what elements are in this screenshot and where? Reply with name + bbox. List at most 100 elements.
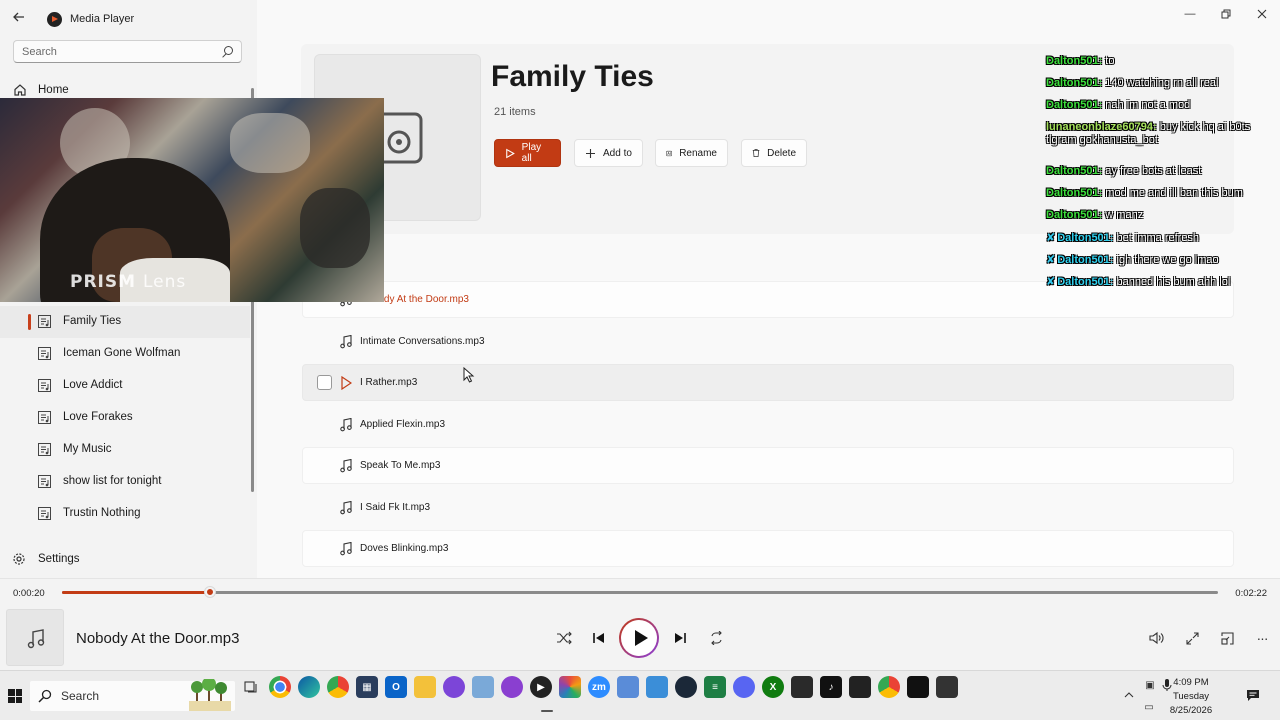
taskbar-search[interactable]: Search: [30, 679, 235, 711]
song-row[interactable]: Applied Flexin.mp3: [302, 406, 1234, 443]
song-row[interactable]: Doves Blinking.mp3: [302, 530, 1234, 567]
playlist-icon: [38, 347, 51, 360]
clock-time: 4:09 PM: [1173, 677, 1209, 688]
search-input[interactable]: [22, 45, 221, 58]
song-row[interactable]: Intimate Conversations.mp3: [302, 323, 1234, 360]
sidebar-item-label: Iceman Gone Wolfman: [63, 347, 181, 359]
repeat-button[interactable]: [707, 629, 725, 647]
start-button[interactable]: [8, 689, 22, 703]
purple-app-icon[interactable]: [443, 676, 465, 698]
minimize-icon: —: [1184, 8, 1196, 20]
chat-username: Dalton501:: [1046, 209, 1103, 221]
sidebar-item-playlist[interactable]: My Music: [0, 434, 250, 466]
notifications-button[interactable]: [1246, 688, 1260, 702]
restore-button[interactable]: [1208, 0, 1244, 28]
clock[interactable]: 4:09 PM Tuesday 8/25/2026: [1161, 676, 1221, 718]
violet-app-icon[interactable]: [501, 676, 523, 698]
now-playing-artwork[interactable]: [6, 609, 64, 666]
search-box[interactable]: [13, 40, 242, 63]
edge-icon[interactable]: [298, 676, 320, 698]
sidebar-item-label: Love Forakes: [63, 411, 133, 423]
active-app-indicator: [541, 710, 553, 712]
sidebar-item-playlist[interactable]: show list for tonight: [0, 466, 250, 498]
chat-message: ✘ Dalton501: igh there we go lmao: [1046, 253, 1219, 266]
mini-player-button[interactable]: [1218, 629, 1236, 647]
music-note-icon: [340, 501, 352, 515]
chat-text: nah im not a mod: [1102, 99, 1191, 111]
full-screen-button[interactable]: [1183, 629, 1201, 647]
image-editor-icon[interactable]: [646, 676, 668, 698]
shuffle-button[interactable]: [555, 629, 573, 647]
dark-app-icon[interactable]: [936, 676, 958, 698]
song-checkbox[interactable]: [317, 375, 332, 390]
sidebar-item-playlist[interactable]: Iceman Gone Wolfman: [0, 338, 250, 370]
search-icon[interactable]: [221, 45, 233, 58]
zoom-icon[interactable]: zm: [588, 676, 610, 698]
song-row[interactable]: I Rather.mp3: [302, 364, 1234, 401]
sidebar-item-settings[interactable]: Settings: [0, 548, 257, 570]
spreadsheet-icon[interactable]: ≡: [704, 676, 726, 698]
music-note-icon: [340, 418, 352, 432]
photos-icon[interactable]: [472, 676, 494, 698]
seek-bar[interactable]: [62, 587, 1218, 597]
calculator-icon[interactable]: ▦: [356, 676, 378, 698]
file-explorer-icon[interactable]: [414, 676, 436, 698]
capcut-icon[interactable]: [907, 676, 929, 698]
next-button[interactable]: [671, 629, 689, 647]
expand-icon: [1185, 631, 1199, 645]
sidebar-item-label: show list for tonight: [63, 475, 162, 487]
playlist-list: Family Ties Iceman Gone Wolfman Love Addic…: [0, 306, 250, 530]
rename-button[interactable]: Rename: [655, 139, 728, 167]
button-label: Rename: [679, 147, 717, 159]
sidebar-item-playlist[interactable]: Trustin Nothing: [0, 498, 250, 530]
seek-thumb[interactable]: [205, 587, 215, 597]
show-hidden-icons-button[interactable]: [1122, 688, 1136, 702]
song-row[interactable]: I Said Fk It.mp3: [302, 489, 1234, 526]
network-icon[interactable]: ▭: [1142, 700, 1156, 714]
notes-icon[interactable]: [617, 676, 639, 698]
close-button[interactable]: [1244, 0, 1280, 28]
add-to-button[interactable]: Add to: [574, 139, 643, 167]
back-button[interactable]: [10, 10, 28, 28]
sidebar-item-playlist[interactable]: Family Ties: [0, 306, 250, 338]
delete-button[interactable]: Delete: [741, 139, 807, 167]
sidebar-item-playlist[interactable]: Love Addict: [0, 370, 250, 402]
discord-icon[interactable]: [733, 676, 755, 698]
sword-badge-icon: ✘: [1046, 276, 1056, 288]
outlook-icon[interactable]: O: [385, 676, 407, 698]
chat-text: igh there we go lmao: [1113, 254, 1219, 266]
chat-message: Dalton501: to: [1046, 55, 1114, 67]
media-player-icon[interactable]: ▶: [530, 676, 552, 698]
chat-username: Dalton501:: [1057, 254, 1114, 266]
chrome-icon[interactable]: [878, 676, 900, 698]
chrome-icon[interactable]: [269, 676, 291, 698]
play-all-button[interactable]: Play all: [494, 139, 561, 167]
song-row[interactable]: Speak To Me.mp3: [302, 447, 1234, 484]
previous-button[interactable]: [590, 629, 608, 647]
gear-icon: [13, 553, 25, 565]
page-title: Family Ties: [491, 60, 654, 93]
task-view-icon[interactable]: [240, 676, 262, 698]
playlist-icon: [38, 379, 51, 392]
more-options-button[interactable]: ···: [1253, 629, 1271, 647]
chat-text: tlgram gokhanusta_bot: [1046, 134, 1158, 146]
sidebar-item-label: Trustin Nothing: [63, 507, 141, 519]
xbox-icon[interactable]: X: [762, 676, 784, 698]
black-app-icon[interactable]: [849, 676, 871, 698]
tiktok-icon[interactable]: ♪: [820, 676, 842, 698]
steam-icon[interactable]: [675, 676, 697, 698]
chrome-icon[interactable]: [327, 676, 349, 698]
shuffle-icon: [557, 631, 572, 645]
chat-text: bet imma refresh: [1113, 232, 1200, 244]
device-icon[interactable]: ▣: [1143, 678, 1157, 692]
play-pause-button[interactable]: [619, 618, 659, 658]
volume-button[interactable]: [1147, 629, 1165, 647]
song-title: Applied Flexin.mp3: [360, 419, 446, 430]
home-icon: [14, 84, 26, 96]
clock-day: Tuesday: [1172, 691, 1210, 702]
play-icon[interactable]: [340, 376, 352, 390]
sidebar-item-playlist[interactable]: Love Forakes: [0, 402, 250, 434]
minimize-button[interactable]: —: [1172, 0, 1208, 28]
epic-games-icon[interactable]: [791, 676, 813, 698]
colorful-app-icon[interactable]: [559, 676, 581, 698]
